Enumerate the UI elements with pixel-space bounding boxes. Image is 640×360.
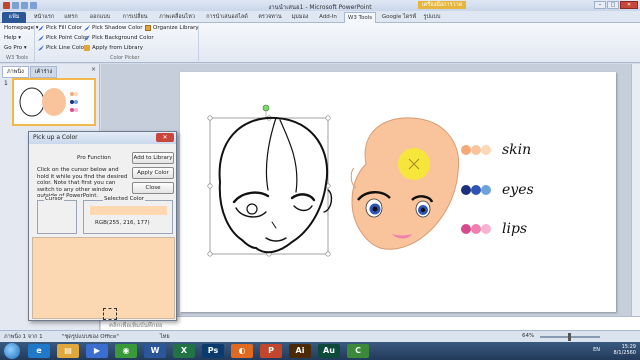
rotation-handle[interactable] bbox=[262, 104, 270, 112]
audition-icon[interactable]: Au bbox=[318, 344, 340, 358]
fill-picker-icon bbox=[38, 25, 44, 31]
vertical-scrollbar[interactable] bbox=[631, 64, 640, 316]
notes-pane[interactable]: คลิกเพื่อเพิ่มบันทึกย่อ bbox=[101, 316, 640, 330]
selected-color-swatch bbox=[90, 206, 167, 215]
help-menu[interactable]: Help ▾ bbox=[4, 35, 21, 41]
pick-background-color-button[interactable]: Pick Background Color bbox=[84, 35, 154, 41]
selected-color-label: Selected Color bbox=[103, 196, 145, 202]
language-indicator[interactable]: ไทย bbox=[160, 333, 170, 341]
context-tab-drawing-tools: เครื่องมือการวาด bbox=[418, 1, 466, 9]
dialog-title: Pick up a Color bbox=[29, 132, 176, 144]
ribbon-tabs: แฟ้ม หน้าแรก แทรก ออกแบบ การเปลี่ยน ภาพเ… bbox=[0, 1, 640, 23]
powerpoint-icon[interactable]: P bbox=[260, 344, 282, 358]
pick-line-color-button[interactable]: Pick Line Color bbox=[38, 45, 86, 51]
zoom-level[interactable]: 64% bbox=[522, 333, 534, 339]
notes-placeholder: คลิกเพื่อเพิ่มบันทึกย่อ bbox=[109, 322, 163, 329]
tab-google-drive[interactable]: Google ไดรฟ์ bbox=[379, 12, 419, 23]
tray-date[interactable]: 8/1/2560 bbox=[614, 350, 636, 356]
thumbnail-preview bbox=[19, 87, 78, 117]
zoom-slider-thumb[interactable] bbox=[568, 333, 571, 341]
slide-canvas[interactable]: skin eyes lips bbox=[180, 72, 616, 312]
tab-slides[interactable]: ภาพนิ่ง bbox=[2, 66, 29, 78]
cursor-label: Cursor bbox=[44, 196, 65, 202]
organize-library-icon bbox=[145, 25, 151, 31]
pro-function-label: Pro Function bbox=[77, 155, 111, 161]
start-button[interactable] bbox=[4, 343, 20, 359]
apply-color-button[interactable]: Apply Color bbox=[132, 167, 174, 179]
pick-color-dialog: Pick up a Color ✕ Pro Function Add to Li… bbox=[28, 131, 177, 321]
eyes-swatches bbox=[461, 185, 491, 195]
windows-taskbar: e ▤ ▶ ◉ W X Ps ◐ P Ai Au C 15:29 8/1/2560 EN bbox=[0, 342, 640, 360]
line-art-head[interactable] bbox=[218, 116, 333, 254]
selection-frame[interactable] bbox=[209, 117, 329, 255]
cursor-box bbox=[37, 200, 77, 234]
illustrator-icon[interactable]: Ai bbox=[289, 344, 311, 358]
group-label-w3tools: W3 Tools bbox=[6, 55, 29, 61]
label-eyes: eyes bbox=[502, 182, 534, 198]
color-pick-area[interactable] bbox=[32, 237, 175, 320]
explorer-icon[interactable]: ▤ bbox=[57, 344, 79, 358]
background-picker-icon bbox=[84, 35, 90, 41]
label-skin: skin bbox=[502, 142, 531, 158]
tab-addin[interactable]: Add-In bbox=[316, 12, 340, 23]
ribbon: Homepage ▾ Help ▾ Go Pro ▾ W3 Tools Pick… bbox=[0, 23, 640, 63]
label-lips: lips bbox=[502, 221, 527, 237]
ribbon-separator bbox=[34, 25, 35, 61]
maximize-button[interactable]: □ bbox=[607, 1, 619, 9]
tab-outline[interactable]: เค้าร่าง bbox=[29, 66, 58, 78]
tray-language[interactable]: EN bbox=[593, 347, 600, 353]
ribbon-separator bbox=[198, 25, 199, 61]
tab-insert[interactable]: แทรก bbox=[60, 12, 82, 23]
pick-point-color-button[interactable]: Pick Point Color bbox=[38, 35, 88, 41]
group-label-color-picker: Color Picker bbox=[110, 55, 140, 61]
camtasia-icon[interactable]: C bbox=[347, 344, 369, 358]
lips-swatches bbox=[461, 224, 491, 234]
slide-info: ภาพนิ่ง 1 จาก 1 bbox=[4, 334, 43, 340]
media-player-icon[interactable]: ▶ bbox=[86, 344, 108, 358]
tab-design[interactable]: ออกแบบ bbox=[86, 12, 114, 23]
tab-format[interactable]: รูปแบบ bbox=[421, 12, 443, 23]
chrome-icon[interactable]: ◉ bbox=[115, 344, 137, 358]
word-icon[interactable]: W bbox=[144, 344, 166, 358]
photoshop-icon[interactable]: Ps bbox=[202, 344, 224, 358]
go-pro-menu[interactable]: Go Pro ▾ bbox=[4, 45, 27, 51]
line-picker-icon bbox=[38, 45, 44, 51]
excel-icon[interactable]: X bbox=[173, 344, 195, 358]
pick-shadow-color-button[interactable]: Pick Shadow Color bbox=[84, 25, 143, 31]
apply-from-library-button[interactable]: Apply from Library bbox=[84, 45, 143, 51]
library-apply-icon bbox=[84, 45, 90, 51]
close-button[interactable]: ✕ bbox=[620, 1, 638, 9]
skin-swatches bbox=[461, 145, 491, 155]
close-pane-icon[interactable]: × bbox=[91, 66, 96, 73]
tab-w3tools[interactable]: W3 Tools bbox=[344, 12, 376, 23]
drag-cursor-handle[interactable] bbox=[103, 308, 117, 320]
slide-number: 1 bbox=[4, 80, 8, 87]
shadow-picker-icon bbox=[84, 25, 90, 31]
slide-thumbnail[interactable] bbox=[12, 78, 96, 126]
dialog-close-button[interactable]: ✕ bbox=[156, 133, 174, 142]
system-tray: 15:29 8/1/2560 bbox=[614, 344, 636, 356]
colored-head[interactable] bbox=[350, 117, 460, 250]
pick-fill-color-button[interactable]: Pick Fill Color bbox=[38, 25, 82, 31]
tab-file[interactable]: แฟ้ม bbox=[2, 12, 26, 23]
minimize-button[interactable]: – bbox=[594, 1, 606, 9]
theme-name: "ชุดรูปแบบของ Office" bbox=[62, 334, 119, 340]
tab-review[interactable]: ตรวจทาน bbox=[256, 12, 284, 23]
ie-icon[interactable]: e bbox=[28, 344, 50, 358]
tab-view[interactable]: มุมมอง bbox=[287, 12, 313, 23]
status-bar: ภาพนิ่ง 1 จาก 1 "ชุดรูปแบบของ Office" ไท… bbox=[0, 330, 640, 342]
tab-transitions[interactable]: การเปลี่ยน bbox=[118, 12, 152, 23]
title-bar: งานนำเสนอ1 - Microsoft PowerPoint – □ ✕ bbox=[0, 0, 640, 11]
organize-library-button[interactable]: Organize Library bbox=[145, 25, 199, 31]
dialog-close-btn[interactable]: Close bbox=[132, 182, 174, 194]
add-to-library-button[interactable]: Add to Library bbox=[132, 152, 174, 164]
firefox-icon[interactable]: ◐ bbox=[231, 344, 253, 358]
tab-slideshow[interactable]: การนำเสนอสไลด์ bbox=[201, 12, 253, 23]
instructions-text: Click on the cursor below and hold it wh… bbox=[37, 167, 128, 199]
point-picker-icon bbox=[38, 35, 44, 41]
resize-handles[interactable] bbox=[207, 115, 331, 257]
tab-animations[interactable]: ภาพเคลื่อนไหว bbox=[155, 12, 199, 23]
tab-home[interactable]: หน้าแรก bbox=[30, 12, 58, 23]
rgb-value: RGB(255, 216, 177) bbox=[95, 220, 150, 226]
